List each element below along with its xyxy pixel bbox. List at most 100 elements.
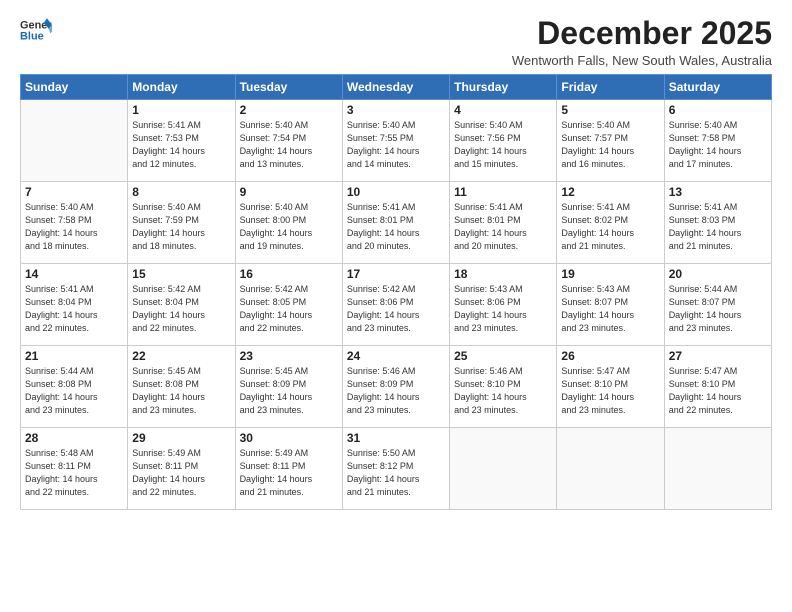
day-info: Sunrise: 5:46 AM Sunset: 8:10 PM Dayligh… xyxy=(454,365,552,417)
header-sunday: Sunday xyxy=(21,75,128,100)
day-info: Sunrise: 5:45 AM Sunset: 8:09 PM Dayligh… xyxy=(240,365,338,417)
day-info: Sunrise: 5:40 AM Sunset: 7:59 PM Dayligh… xyxy=(132,201,230,253)
day-info: Sunrise: 5:40 AM Sunset: 7:58 PM Dayligh… xyxy=(25,201,123,253)
table-row xyxy=(557,428,664,510)
table-row: 6 Sunrise: 5:40 AM Sunset: 7:58 PM Daylig… xyxy=(664,100,771,182)
table-row: 19Sunrise: 5:43 AM Sunset: 8:07 PM Dayli… xyxy=(557,264,664,346)
header: General Blue December 2025 Wentworth Fal… xyxy=(20,16,772,68)
logo: General Blue xyxy=(20,16,52,44)
day-info: Sunrise: 5:40 AM Sunset: 7:56 PM Dayligh… xyxy=(454,119,552,171)
day-number: 10 xyxy=(347,185,445,199)
day-info: Sunrise: 5:41 AM Sunset: 8:03 PM Dayligh… xyxy=(669,201,767,253)
day-info: Sunrise: 5:42 AM Sunset: 8:06 PM Dayligh… xyxy=(347,283,445,335)
calendar-week-row: 1Sunrise: 5:41 AM Sunset: 7:53 PM Daylig… xyxy=(21,100,772,182)
table-row: 5 Sunrise: 5:40 AM Sunset: 7:57 PM Daylig… xyxy=(557,100,664,182)
day-number: 17 xyxy=(347,267,445,281)
day-info: Sunrise: 5:43 AM Sunset: 8:06 PM Dayligh… xyxy=(454,283,552,335)
day-info: Sunrise: 5:50 AM Sunset: 8:12 PM Dayligh… xyxy=(347,447,445,499)
table-row: 28 Sunrise: 5:48 AM Sunset: 8:11 PM Dayli… xyxy=(21,428,128,510)
day-info: Sunrise: 5:40 AM Sunset: 8:00 PM Dayligh… xyxy=(240,201,338,253)
day-info: Sunrise: 5:45 AM Sunset: 8:08 PM Dayligh… xyxy=(132,365,230,417)
day-number: 31 xyxy=(347,431,445,445)
month-title: December 2025 xyxy=(512,16,772,51)
day-info: Sunrise: 5:41 AM Sunset: 7:53 PM Dayligh… xyxy=(132,119,230,171)
location-subtitle: Wentworth Falls, New South Wales, Austra… xyxy=(512,53,772,68)
day-number: 30 xyxy=(240,431,338,445)
calendar-week-row: 7 Sunrise: 5:40 AM Sunset: 7:58 PM Daylig… xyxy=(21,182,772,264)
table-row: 23 Sunrise: 5:45 AM Sunset: 8:09 PM Dayli… xyxy=(235,346,342,428)
header-saturday: Saturday xyxy=(664,75,771,100)
day-number: 7 xyxy=(25,185,123,199)
table-row: 20 Sunrise: 5:44 AM Sunset: 8:07 PM Dayli… xyxy=(664,264,771,346)
day-info: Sunrise: 5:41 AM Sunset: 8:02 PM Dayligh… xyxy=(561,201,659,253)
logo-icon: General Blue xyxy=(20,16,52,44)
day-info: Sunrise: 5:47 AM Sunset: 8:10 PM Dayligh… xyxy=(561,365,659,417)
day-info: Sunrise: 5:41 AM Sunset: 8:04 PM Dayligh… xyxy=(25,283,123,335)
calendar-week-row: 14 Sunrise: 5:41 AM Sunset: 8:04 PM Dayli… xyxy=(21,264,772,346)
day-number: 9 xyxy=(240,185,338,199)
day-number: 8 xyxy=(132,185,230,199)
day-info: Sunrise: 5:42 AM Sunset: 8:04 PM Dayligh… xyxy=(132,283,230,335)
day-info: Sunrise: 5:41 AM Sunset: 8:01 PM Dayligh… xyxy=(347,201,445,253)
day-number: 3 xyxy=(347,103,445,117)
day-number: 13 xyxy=(669,185,767,199)
table-row: 26 Sunrise: 5:47 AM Sunset: 8:10 PM Dayli… xyxy=(557,346,664,428)
day-number: 20 xyxy=(669,267,767,281)
day-info: Sunrise: 5:44 AM Sunset: 8:08 PM Dayligh… xyxy=(25,365,123,417)
day-number: 16 xyxy=(240,267,338,281)
day-number: 27 xyxy=(669,349,767,363)
header-friday: Friday xyxy=(557,75,664,100)
day-number: 11 xyxy=(454,185,552,199)
calendar-table: Sunday Monday Tuesday Wednesday Thursday… xyxy=(20,74,772,510)
day-info: Sunrise: 5:48 AM Sunset: 8:11 PM Dayligh… xyxy=(25,447,123,499)
table-row: 31 Sunrise: 5:50 AM Sunset: 8:12 PM Dayli… xyxy=(342,428,449,510)
table-row: 9 Sunrise: 5:40 AM Sunset: 8:00 PM Daylig… xyxy=(235,182,342,264)
day-number: 23 xyxy=(240,349,338,363)
title-block: December 2025 Wentworth Falls, New South… xyxy=(512,16,772,68)
day-number: 15 xyxy=(132,267,230,281)
day-info: Sunrise: 5:40 AM Sunset: 7:54 PM Dayligh… xyxy=(240,119,338,171)
day-info: Sunrise: 5:49 AM Sunset: 8:11 PM Dayligh… xyxy=(240,447,338,499)
table-row: 27Sunrise: 5:47 AM Sunset: 8:10 PM Dayli… xyxy=(664,346,771,428)
table-row: 16 Sunrise: 5:42 AM Sunset: 8:05 PM Dayli… xyxy=(235,264,342,346)
table-row: 18Sunrise: 5:43 AM Sunset: 8:06 PM Dayli… xyxy=(450,264,557,346)
calendar-header-row: Sunday Monday Tuesday Wednesday Thursday… xyxy=(21,75,772,100)
table-row: 13 Sunrise: 5:41 AM Sunset: 8:03 PM Dayli… xyxy=(664,182,771,264)
table-row: 25 Sunrise: 5:46 AM Sunset: 8:10 PM Dayli… xyxy=(450,346,557,428)
table-row: 29Sunrise: 5:49 AM Sunset: 8:11 PM Dayli… xyxy=(128,428,235,510)
svg-text:Blue: Blue xyxy=(20,30,44,42)
day-number: 4 xyxy=(454,103,552,117)
page: General Blue December 2025 Wentworth Fal… xyxy=(0,0,792,612)
table-row: 4 Sunrise: 5:40 AM Sunset: 7:56 PM Daylig… xyxy=(450,100,557,182)
day-number: 28 xyxy=(25,431,123,445)
table-row: 2Sunrise: 5:40 AM Sunset: 7:54 PM Daylig… xyxy=(235,100,342,182)
calendar-week-row: 21 Sunrise: 5:44 AM Sunset: 8:08 PM Dayli… xyxy=(21,346,772,428)
table-row: 21 Sunrise: 5:44 AM Sunset: 8:08 PM Dayli… xyxy=(21,346,128,428)
day-info: Sunrise: 5:40 AM Sunset: 7:57 PM Dayligh… xyxy=(561,119,659,171)
day-number: 22 xyxy=(132,349,230,363)
table-row: 8 Sunrise: 5:40 AM Sunset: 7:59 PM Daylig… xyxy=(128,182,235,264)
table-row: 1Sunrise: 5:41 AM Sunset: 7:53 PM Daylig… xyxy=(128,100,235,182)
day-number: 24 xyxy=(347,349,445,363)
table-row xyxy=(450,428,557,510)
day-number: 26 xyxy=(561,349,659,363)
day-number: 14 xyxy=(25,267,123,281)
day-info: Sunrise: 5:44 AM Sunset: 8:07 PM Dayligh… xyxy=(669,283,767,335)
day-number: 5 xyxy=(561,103,659,117)
table-row: 17 Sunrise: 5:42 AM Sunset: 8:06 PM Dayli… xyxy=(342,264,449,346)
day-number: 19 xyxy=(561,267,659,281)
day-number: 21 xyxy=(25,349,123,363)
day-info: Sunrise: 5:40 AM Sunset: 7:55 PM Dayligh… xyxy=(347,119,445,171)
table-row xyxy=(664,428,771,510)
day-number: 12 xyxy=(561,185,659,199)
table-row xyxy=(21,100,128,182)
day-info: Sunrise: 5:42 AM Sunset: 8:05 PM Dayligh… xyxy=(240,283,338,335)
day-info: Sunrise: 5:49 AM Sunset: 8:11 PM Dayligh… xyxy=(132,447,230,499)
table-row: 30 Sunrise: 5:49 AM Sunset: 8:11 PM Dayli… xyxy=(235,428,342,510)
day-info: Sunrise: 5:41 AM Sunset: 8:01 PM Dayligh… xyxy=(454,201,552,253)
day-number: 6 xyxy=(669,103,767,117)
table-row: 10 Sunrise: 5:41 AM Sunset: 8:01 PM Dayli… xyxy=(342,182,449,264)
day-info: Sunrise: 5:40 AM Sunset: 7:58 PM Dayligh… xyxy=(669,119,767,171)
day-number: 25 xyxy=(454,349,552,363)
table-row: 7 Sunrise: 5:40 AM Sunset: 7:58 PM Daylig… xyxy=(21,182,128,264)
